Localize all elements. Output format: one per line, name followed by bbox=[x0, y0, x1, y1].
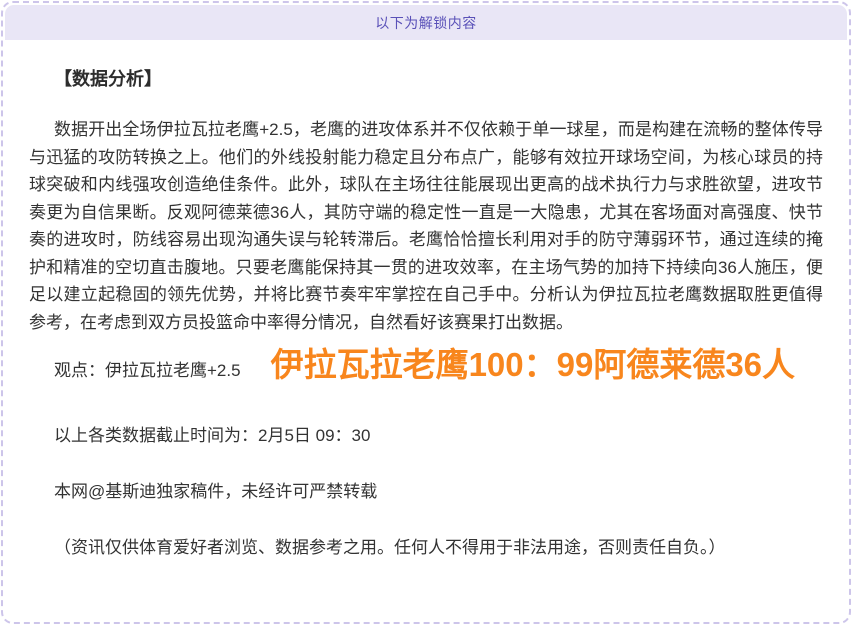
unlocked-content-card: 以下为解锁内容 【数据分析】 数据开出全场伊拉瓦拉老鹰+2.5，老鹰的进攻体系并… bbox=[1, 1, 851, 624]
copyright-note: 本网@基斯迪独家稿件，未经许可严禁转载 bbox=[29, 478, 823, 505]
data-deadline-note: 以上各类数据截止时间为：2月5日 09：30 bbox=[29, 422, 823, 449]
score-prediction: 伊拉瓦拉老鹰100：99阿德莱德36人 bbox=[271, 346, 795, 383]
unlock-banner: 以下为解锁内容 bbox=[5, 5, 847, 40]
disclaimer-note: （资讯仅供体育爱好者浏览、数据参考之用。任何人不得用于非法用途，否则责任自负。） bbox=[29, 534, 823, 561]
analysis-paragraph: 数据开出全场伊拉瓦拉老鹰+2.5，老鹰的进攻体系并不仅依赖于单一球星，而是构建在… bbox=[29, 116, 823, 336]
unlock-banner-text: 以下为解锁内容 bbox=[375, 13, 477, 33]
article-content: 【数据分析】 数据开出全场伊拉瓦拉老鹰+2.5，老鹰的进攻体系并不仅依赖于单一球… bbox=[3, 67, 849, 561]
viewpoint-label: 观点：伊拉瓦拉老鹰+2.5 bbox=[29, 361, 241, 380]
section-title: 【数据分析】 bbox=[29, 67, 823, 92]
page: 以下为解锁内容 【数据分析】 数据开出全场伊拉瓦拉老鹰+2.5，老鹰的进攻体系并… bbox=[0, 0, 856, 629]
viewpoint-line: 观点：伊拉瓦拉老鹰+2.5 伊拉瓦拉老鹰100：99阿德莱德36人 bbox=[29, 342, 823, 394]
